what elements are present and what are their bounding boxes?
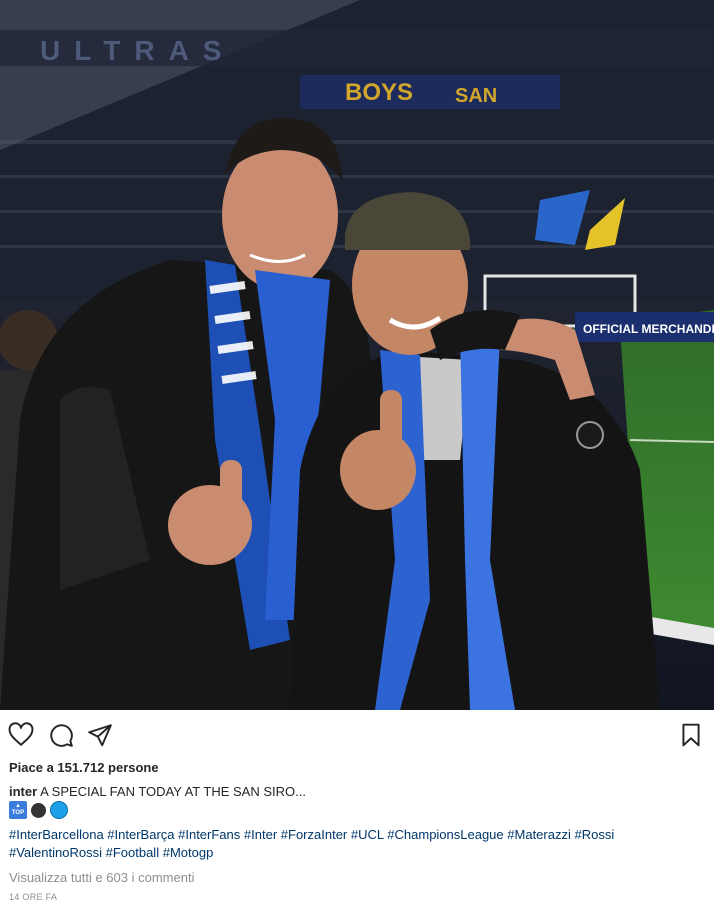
post-actions: [0, 710, 714, 758]
post-photo[interactable]: ULTRAS BOYS SAN OFFICIAL MERCHANDISE: [0, 0, 714, 710]
hashtag-link[interactable]: #ForzaInter: [281, 827, 347, 842]
post-timestamp: 14 ORE FA: [9, 892, 58, 902]
likes-count[interactable]: Piace a 151.712 persone: [9, 760, 159, 775]
hashtag-link[interactable]: #Inter: [244, 827, 277, 842]
boys-banner: BOYS: [345, 79, 413, 106]
hashtag-link[interactable]: #ValentinoRossi: [9, 845, 102, 860]
caption-username[interactable]: inter: [9, 784, 37, 799]
comment-button[interactable]: [48, 722, 74, 748]
caption: inter A SPECIAL FAN TODAY AT THE SAN SIR…: [9, 784, 699, 799]
comment-icon: [50, 724, 73, 747]
hashtag-link[interactable]: #Materazzi: [507, 827, 571, 842]
ad-board-text: OFFICIAL MERCHANDISE: [583, 322, 714, 336]
top-arrow-emoji-icon: ▲ TOP: [9, 801, 27, 819]
ultras-banner: ULTRAS: [40, 35, 235, 66]
emoji-row: ▲ TOP: [9, 801, 68, 819]
view-all-comments-link[interactable]: Visualizza tutti e 603 i commenti: [9, 870, 194, 885]
hashtag-link[interactable]: #Football: [106, 845, 159, 860]
black-circle-emoji-icon: [31, 802, 46, 818]
save-button[interactable]: [678, 722, 704, 748]
paper-plane-icon: [88, 724, 112, 747]
caption-text: A SPECIAL FAN TODAY AT THE SAN SIRO...: [40, 784, 306, 799]
bookmark-icon: [682, 723, 700, 747]
hashtag-link[interactable]: #ChampionsLeague: [387, 827, 503, 842]
hashtags: #InterBarcellona #InterBarça #InterFans …: [9, 826, 709, 862]
heart-icon: [8, 722, 34, 746]
san-banner: SAN: [455, 85, 497, 107]
photo-illustration: ULTRAS BOYS SAN OFFICIAL MERCHANDISE: [0, 0, 714, 710]
hashtag-link[interactable]: #Motogp: [163, 845, 214, 860]
share-button[interactable]: [87, 722, 113, 748]
hashtag-link[interactable]: #UCL: [351, 827, 384, 842]
hashtag-link[interactable]: #InterBarcellona: [9, 827, 104, 842]
hashtag-link[interactable]: #Rossi: [574, 827, 614, 842]
blue-circle-emoji-icon: [50, 801, 68, 819]
hashtag-link[interactable]: #InterBarça: [107, 827, 174, 842]
hashtag-link[interactable]: #InterFans: [178, 827, 240, 842]
like-button[interactable]: [8, 722, 34, 748]
